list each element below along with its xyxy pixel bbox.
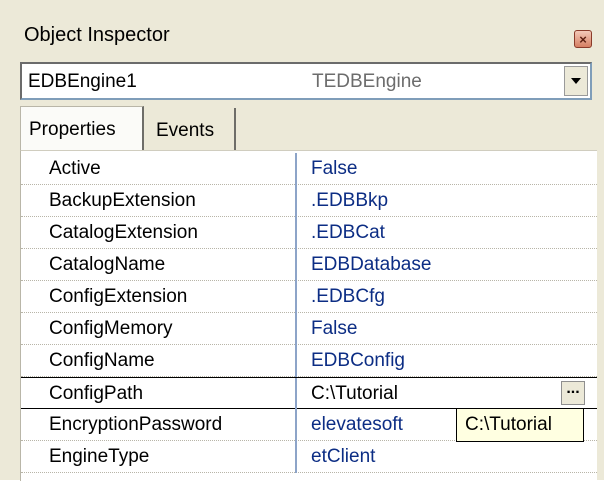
column-divider[interactable]: [295, 185, 297, 217]
property-row-configmemory[interactable]: ConfigMemory False: [21, 313, 597, 345]
object-selector-combo[interactable]: EDBEngine1 TEDBEngine: [20, 62, 592, 100]
property-row-enginetype[interactable]: EngineType etClient: [21, 441, 597, 473]
property-name: ConfigExtension: [49, 286, 188, 307]
property-row-active[interactable]: Active False: [21, 153, 597, 185]
inspector-tabs: Properties Events: [20, 106, 592, 150]
property-row-configname[interactable]: ConfigName EDBConfig: [21, 345, 597, 377]
column-divider[interactable]: [295, 281, 297, 313]
property-value[interactable]: etClient: [311, 446, 375, 468]
selected-object-type: TEDBEngine: [312, 71, 422, 92]
property-name: CatalogName: [49, 254, 166, 275]
column-divider[interactable]: [295, 153, 297, 185]
title-bar: Object Inspector ×: [10, 18, 596, 52]
property-value[interactable]: EDBDatabase: [311, 254, 431, 276]
property-name: BackupExtension: [49, 190, 196, 211]
tab-events[interactable]: Events: [148, 108, 236, 150]
property-name: ConfigMemory: [49, 318, 173, 339]
column-divider[interactable]: [295, 441, 297, 473]
property-row-configpath-selected[interactable]: ConfigPath C:\Tutorial ...: [21, 377, 597, 410]
property-name: EncryptionPassword: [49, 414, 223, 435]
property-value[interactable]: False: [311, 318, 357, 340]
tab-properties-label: Properties: [29, 119, 116, 140]
column-divider[interactable]: [295, 217, 297, 249]
selected-object-name: EDBEngine1: [28, 71, 137, 92]
property-row-catalogname[interactable]: CatalogName EDBDatabase: [21, 249, 597, 281]
property-name: CatalogExtension: [49, 222, 198, 243]
property-row-backupextension[interactable]: BackupExtension .EDBBkp: [21, 185, 597, 217]
property-value[interactable]: .EDBCfg: [311, 286, 385, 308]
tab-events-label: Events: [156, 120, 215, 141]
property-value[interactable]: .EDBCat: [311, 222, 385, 244]
ellipsis-button[interactable]: ...: [561, 381, 585, 405]
column-divider[interactable]: [295, 378, 297, 410]
window-title: Object Inspector: [24, 24, 170, 46]
column-divider[interactable]: [295, 345, 297, 377]
chevron-down-icon: [571, 78, 581, 84]
property-value[interactable]: EDBConfig: [311, 350, 405, 372]
property-value[interactable]: False: [311, 158, 357, 180]
property-value-editor[interactable]: C:\Tutorial: [311, 383, 398, 405]
property-value[interactable]: .EDBBkp: [311, 190, 388, 212]
value-tooltip: C:\Tutorial: [456, 408, 584, 442]
property-name: EngineType: [49, 446, 150, 467]
tab-properties[interactable]: Properties: [20, 106, 144, 150]
property-value[interactable]: elevatesoft: [311, 414, 403, 436]
property-name: ConfigPath: [49, 383, 144, 404]
column-divider[interactable]: [295, 313, 297, 345]
property-name: ConfigName: [49, 350, 155, 371]
property-name: Active: [49, 158, 101, 179]
property-row-catalogextension[interactable]: CatalogExtension .EDBCat: [21, 217, 597, 249]
object-inspector-window: Object Inspector × EDBEngine1 TEDBEngine…: [0, 0, 604, 481]
combo-dropdown-button[interactable]: [564, 66, 588, 96]
column-divider[interactable]: [295, 249, 297, 281]
property-row-configextension[interactable]: ConfigExtension .EDBCfg: [21, 281, 597, 313]
column-divider[interactable]: [295, 409, 297, 441]
close-icon[interactable]: ×: [574, 30, 592, 48]
